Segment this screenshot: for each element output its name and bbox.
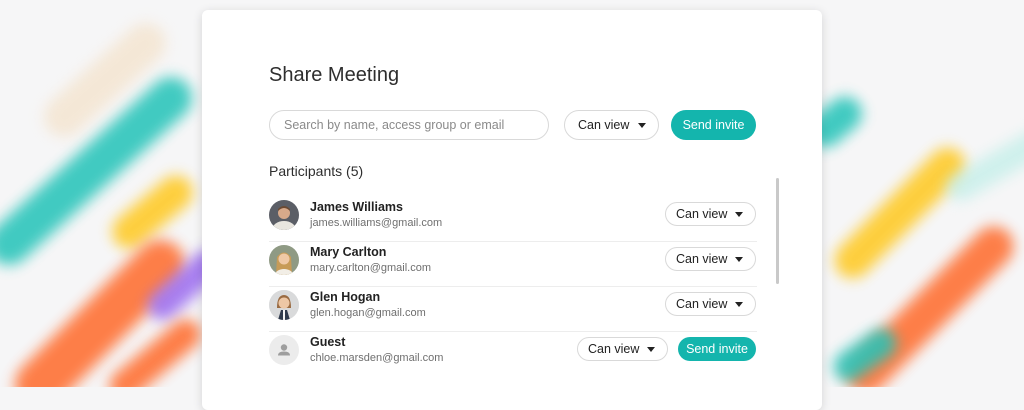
share-meeting-dialog: Share Meeting Can view Send invite Parti… — [202, 10, 822, 410]
avatar — [269, 290, 299, 320]
participant-email: mary.carlton@gmail.com — [310, 262, 431, 274]
guest-send-invite-button[interactable]: Send invite — [678, 337, 756, 361]
participant-permission-dropdown[interactable]: Can view — [665, 247, 756, 271]
participant-row: James Williams james.williams@gmail.com … — [269, 196, 757, 242]
scrollbar[interactable] — [776, 178, 779, 284]
permission-dropdown[interactable]: Can view — [564, 110, 659, 140]
permission-dropdown-value: Can view — [676, 297, 728, 311]
permission-dropdown-value: Can view — [588, 342, 640, 356]
caret-down-icon — [735, 257, 743, 262]
send-invite-button[interactable]: Send invite — [671, 110, 756, 140]
permission-dropdown-value: Can view — [676, 252, 728, 266]
participant-row: Guest chloe.marsden@gmail.com Can view S… — [269, 331, 757, 376]
participant-name: Mary Carlton — [310, 245, 387, 259]
avatar — [269, 200, 299, 230]
participant-permission-dropdown[interactable]: Can view — [577, 337, 668, 361]
caret-down-icon — [735, 302, 743, 307]
participant-email: chloe.marsden@gmail.com — [310, 352, 444, 364]
caret-down-icon — [735, 212, 743, 217]
guest-avatar-icon — [269, 335, 299, 365]
participant-permission-dropdown[interactable]: Can view — [665, 202, 756, 226]
participant-row: Glen Hogan glen.hogan@gmail.com Can view — [269, 286, 757, 332]
permission-dropdown-value: Can view — [676, 207, 728, 221]
participant-row: Mary Carlton mary.carlton@gmail.com Can … — [269, 241, 757, 287]
participants-heading: Participants (5) — [269, 163, 364, 179]
participant-email: james.williams@gmail.com — [310, 217, 443, 229]
dialog-title: Share Meeting — [269, 64, 400, 86]
participant-name: James Williams — [310, 200, 403, 214]
participant-permission-dropdown[interactable]: Can view — [665, 292, 756, 316]
permission-dropdown-value: Can view — [578, 118, 630, 132]
search-input[interactable] — [269, 110, 549, 140]
participant-name: Glen Hogan — [310, 290, 381, 304]
participant-email: glen.hogan@gmail.com — [310, 307, 426, 319]
avatar — [269, 245, 299, 275]
caret-down-icon — [647, 347, 655, 352]
caret-down-icon — [638, 123, 646, 128]
participant-name: Guest — [310, 335, 346, 349]
